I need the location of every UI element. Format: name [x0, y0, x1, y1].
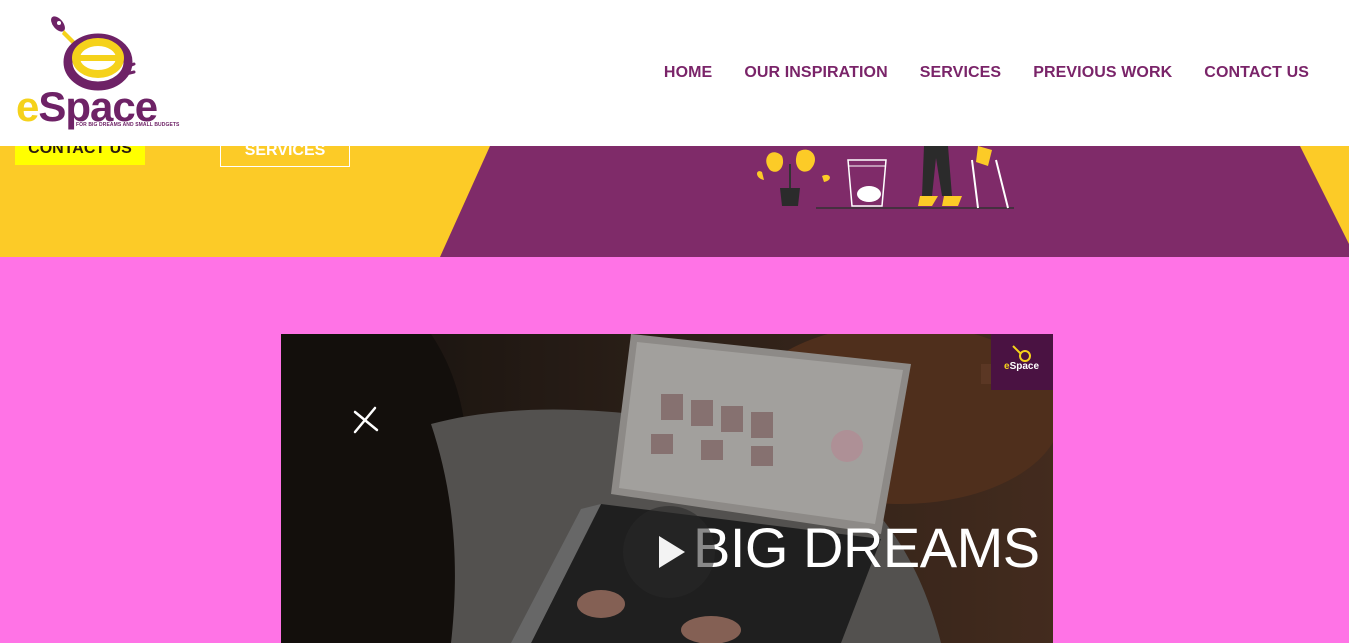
nav-services[interactable]: SERVICES — [920, 64, 1001, 82]
rocket-icon — [1012, 345, 1031, 362]
nav-previous-work[interactable]: PREVIOUS WORK — [1033, 64, 1172, 82]
site-header: eSpace FOR BIG DREAMS AND SMALL BUDGETS … — [0, 0, 1349, 146]
hero-contact-button[interactable]: CONTACT US — [15, 146, 145, 165]
main-nav: HOME OUR INSPIRATION SERVICES PREVIOUS W… — [664, 64, 1309, 82]
nav-contact-us[interactable]: CONTACT US — [1204, 64, 1309, 82]
logo-tagline: FOR BIG DREAMS AND SMALL BUDGETS — [76, 122, 180, 128]
logo-e: e — [16, 83, 39, 130]
video-watermark-text: eSpace — [1004, 361, 1039, 372]
hero-purple-shape — [440, 146, 1349, 257]
hero-section: CONTACT US SERVICES — [0, 146, 1349, 257]
nav-our-inspiration[interactable]: OUR INSPIRATION — [744, 64, 887, 82]
nav-home[interactable]: HOME — [664, 64, 712, 82]
video-watermark-logo: eSpace — [991, 334, 1053, 390]
office-illustration — [757, 146, 1014, 209]
play-button[interactable] — [623, 506, 715, 598]
watermark-space: Space — [1009, 361, 1040, 372]
play-icon — [659, 536, 685, 568]
rocket-logo-icon — [51, 16, 136, 91]
espace-logo[interactable]: eSpace FOR BIG DREAMS AND SMALL BUDGETS — [14, 12, 180, 134]
close-icon[interactable] — [351, 406, 381, 436]
hero-services-button[interactable]: SERVICES — [220, 146, 350, 167]
video-title: BIG DREAMS — [693, 516, 1040, 579]
promo-video[interactable]: eSpace BIG DREAMS — [281, 334, 1053, 643]
